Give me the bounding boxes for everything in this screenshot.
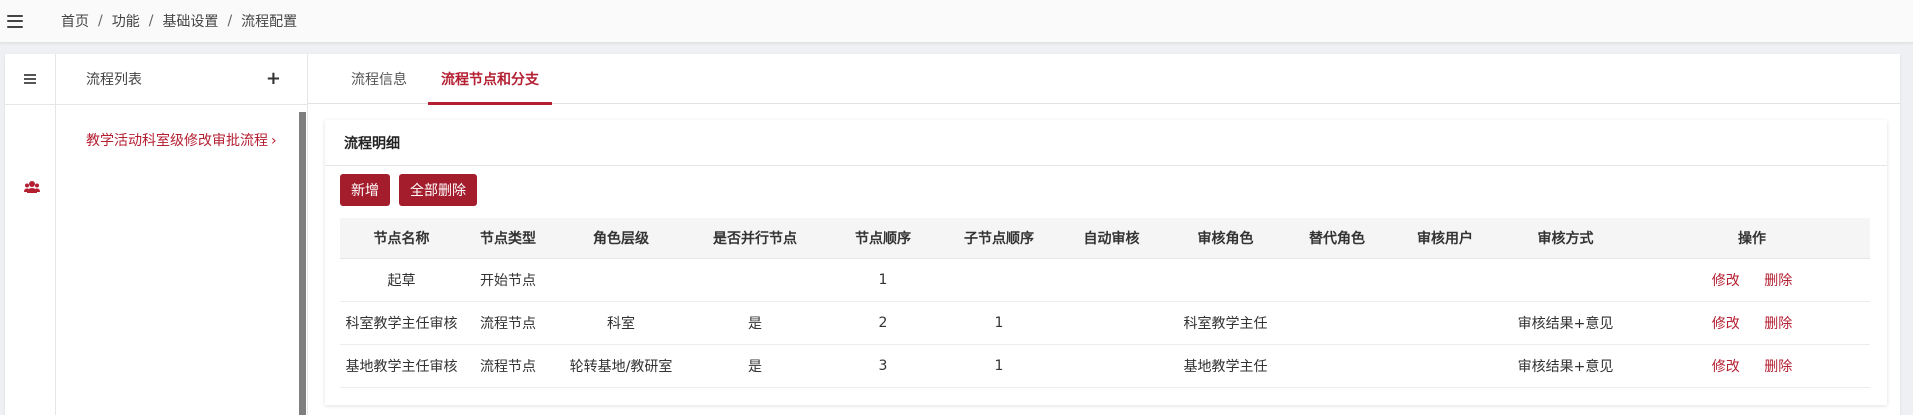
table-row: 科室教学主任审核 流程节点 科室 是 2 1 科室教学主任 审核结果+意见 修改 [340,301,1870,345]
breadcrumb-separator: / [98,13,103,29]
cell-node-type: 流程节点 [463,301,553,345]
cell-auto-review [1053,258,1170,302]
column-header: 节点顺序 [821,218,945,259]
chevron-right-icon: › [271,133,277,149]
rail-header [5,54,55,105]
cell-node-type: 流程节点 [463,344,553,388]
flow-list-scrollbar[interactable] [299,112,306,415]
flow-list-panel: 流程列表 + 教学活动科室级修改审批流程 › [56,54,307,415]
column-header: 节点名称 [340,218,463,259]
breadcrumb-item-home[interactable]: 首页 [61,11,89,31]
hamburger-icon[interactable] [7,14,23,28]
flow-list-item-label: 教学活动科室级修改审批流程 [86,133,268,149]
breadcrumb: 首页 / 功能 / 基础设置 / 流程配置 [61,11,297,31]
cell-substitute-role [1281,301,1393,345]
cell-review-method [1497,258,1634,302]
column-header: 替代角色 [1281,218,1393,259]
cell-child-order: 1 [945,301,1053,345]
cell-actions: 修改 删除 [1634,344,1870,388]
cell-parallel: 是 [689,301,821,345]
cell-auto-review [1053,301,1170,345]
cell-child-order: 1 [945,344,1053,388]
cell-review-method: 审核结果+意见 [1497,344,1634,388]
add-button[interactable]: 新增 [340,174,390,206]
users-icon[interactable] [24,180,40,194]
top-bar: 首页 / 功能 / 基础设置 / 流程配置 [0,0,1913,43]
collapse-menu-icon[interactable] [24,74,36,84]
card-title: 流程明细 [325,120,1887,166]
edit-link[interactable]: 修改 [1712,273,1740,289]
cell-substitute-role [1281,344,1393,388]
cell-review-user [1393,258,1497,302]
breadcrumb-item-basic-settings[interactable]: 基础设置 [162,11,218,31]
cell-review-user [1393,344,1497,388]
column-header: 操作 [1634,218,1870,259]
delete-link[interactable]: 删除 [1764,359,1792,375]
breadcrumb-separator: / [148,13,154,29]
cell-node-order: 3 [821,344,945,388]
edit-link[interactable]: 修改 [1712,316,1740,332]
cell-node-type: 开始节点 [463,258,553,302]
button-row: 新增 全部删除 [325,174,1887,206]
table-row: 基地教学主任审核 流程节点 轮转基地/教研室 是 3 1 基地教学主任 审核结果… [340,344,1870,388]
add-flow-plus-icon[interactable]: + [266,70,281,88]
flow-list-header: 流程列表 + [56,54,307,105]
column-header: 是否并行节点 [689,218,821,259]
content-area: 流程信息 流程节点和分支 流程明细 新增 全部删除 节点名称 节点类型 角色层级… [307,54,1900,415]
column-header: 节点类型 [463,218,553,259]
flow-list-title: 流程列表 [86,72,142,88]
column-header: 审核用户 [1393,218,1497,259]
delete-all-button[interactable]: 全部删除 [399,174,477,206]
main-panel: 流程列表 + 教学活动科室级修改审批流程 › 流程信息 流程节点和分支 流程明细 … [5,54,1900,415]
cell-review-method: 审核结果+意见 [1497,301,1634,345]
flow-detail-card: 流程明细 新增 全部删除 节点名称 节点类型 角色层级 是否并行节点 节点顺序 … [325,120,1887,405]
cell-role-level: 科室 [553,301,689,345]
column-header: 审核角色 [1170,218,1281,259]
breadcrumb-item-flow-config: 流程配置 [241,14,298,30]
breadcrumb-separator: / [227,13,233,29]
column-header: 角色层级 [553,218,689,259]
cell-auto-review [1053,344,1170,388]
cell-actions: 修改 删除 [1634,301,1870,345]
cell-node-order: 1 [821,258,945,302]
cell-node-name: 科室教学主任审核 [340,301,463,345]
column-header: 自动审核 [1053,218,1170,259]
cell-review-role [1170,258,1281,302]
cell-review-role: 科室教学主任 [1170,301,1281,345]
delete-link[interactable]: 删除 [1764,273,1792,289]
cell-role-level: 轮转基地/教研室 [553,344,689,388]
tab-flow-nodes-branches[interactable]: 流程节点和分支 [428,54,552,105]
cell-parallel [689,258,821,302]
breadcrumb-item-function[interactable]: 功能 [112,11,140,31]
scrollbar-thumb[interactable] [299,112,306,415]
column-header: 子节点顺序 [945,218,1053,259]
cell-review-role: 基地教学主任 [1170,344,1281,388]
cell-child-order [945,258,1053,302]
flow-list-item[interactable]: 教学活动科室级修改审批流程 › [86,130,277,150]
table-header-row: 节点名称 节点类型 角色层级 是否并行节点 节点顺序 子节点顺序 自动审核 审核… [340,218,1870,259]
tab-bar: 流程信息 流程节点和分支 [308,54,1900,105]
cell-substitute-role [1281,258,1393,302]
edit-link[interactable]: 修改 [1712,359,1740,375]
cell-actions: 修改 删除 [1634,258,1870,302]
cell-parallel: 是 [689,344,821,388]
tab-flow-info[interactable]: 流程信息 [338,54,420,104]
left-rail [5,54,56,415]
cell-role-level [553,258,689,302]
cell-node-order: 2 [821,301,945,345]
node-table: 节点名称 节点类型 角色层级 是否并行节点 节点顺序 子节点顺序 自动审核 审核… [340,218,1870,388]
delete-link[interactable]: 删除 [1764,316,1792,332]
table-row: 起草 开始节点 1 修改 删除 [340,258,1870,302]
cell-node-name: 基地教学主任审核 [340,344,463,388]
cell-node-name: 起草 [340,258,463,302]
column-header: 审核方式 [1497,218,1634,259]
cell-review-user [1393,301,1497,345]
